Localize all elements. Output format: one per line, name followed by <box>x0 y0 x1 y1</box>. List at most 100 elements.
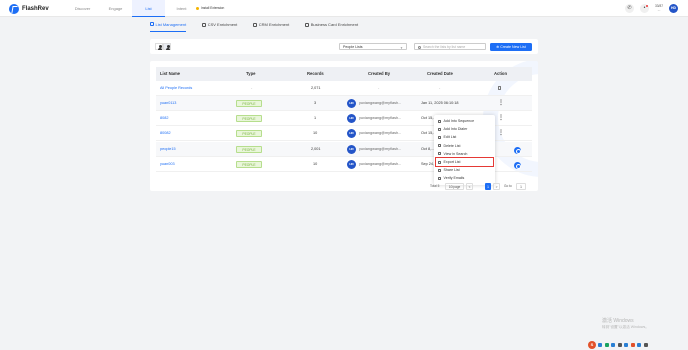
type-badge: PEOPLE <box>236 100 262 107</box>
tray-icon[interactable] <box>637 342 641 347</box>
page-size-select[interactable]: 10/page <box>445 183 464 190</box>
search-icon <box>438 152 441 156</box>
tray-icon[interactable] <box>617 342 622 347</box>
watermark-subtitle: 转到"设置"以激活 Windows。 <box>602 325 649 329</box>
people-toggle-button[interactable] <box>155 43 163 50</box>
type-cell: - <box>251 86 253 90</box>
credits-sub: ... <box>657 7 661 12</box>
company-toggle-button[interactable] <box>163 43 171 50</box>
more-actions-icon[interactable]: ⋮ <box>498 126 504 141</box>
ime-icon[interactable]: S <box>588 340 596 349</box>
install-extension-label: Install Extension <box>201 6 225 10</box>
list-type-select-value: People Lists <box>343 45 363 49</box>
app-logo[interactable]: FlashRev <box>9 3 49 14</box>
top-right-controls: ✆ • 33/87 ... HD <box>619 4 678 13</box>
records-cell: 10 <box>313 162 318 166</box>
created-by-cell: yuxiangwang@myflash... <box>359 116 402 120</box>
list-name-link[interactable]: people15 <box>160 142 176 157</box>
credits-indicator[interactable]: 33/87 ... <box>655 4 663 12</box>
floating-action-icon[interactable] <box>514 162 521 169</box>
list-name-link[interactable]: yuan0113 <box>160 96 176 111</box>
pagination-total: Total 5 <box>430 184 440 188</box>
tab-crm-enrichment[interactable]: CRM Enrichment <box>253 17 289 32</box>
floating-action-icon[interactable] <box>514 147 521 154</box>
page-number-current[interactable]: 1 <box>485 183 491 190</box>
menu-item-label: Add Into Sequence <box>443 119 475 124</box>
next-page-button[interactable]: > <box>493 183 500 190</box>
install-extension-link[interactable]: Install Extension <box>196 6 224 10</box>
chevron-down-icon: ▼ <box>400 46 403 50</box>
records-cell: 2,071 <box>311 86 321 90</box>
nav-intent[interactable]: Intent <box>165 0 198 17</box>
created-date-cell: Jan 11, 2025 06:10:18 <box>421 101 459 105</box>
more-actions-icon[interactable]: ⋮ <box>498 96 504 111</box>
table-row: yuan0113 PEOPLE 3 HD yuxiangwang@myflash… <box>156 96 532 111</box>
menu-export-list[interactable]: Export List <box>435 157 494 167</box>
share-icon <box>438 168 441 172</box>
menu-share-list[interactable]: Share List <box>434 166 495 174</box>
user-avatar[interactable]: HD <box>669 4 678 13</box>
goto-page-input[interactable]: 1 <box>516 183 526 190</box>
mail-icon <box>438 176 441 180</box>
nav-engage[interactable]: Engage <box>99 0 132 17</box>
type-badge: PEOPLE <box>236 130 262 137</box>
creator-avatar: HD <box>347 99 356 108</box>
created-date-cell: Oct 8,... <box>421 147 435 151</box>
people-icon <box>166 45 170 50</box>
tray-icon[interactable] <box>643 342 648 347</box>
create-new-list-label: Create New List <box>500 45 526 49</box>
col-type: Type <box>246 71 256 76</box>
tray-icon[interactable] <box>611 342 615 347</box>
nav-discover[interactable]: Discover <box>66 0 99 17</box>
dialer-icon <box>438 127 441 131</box>
creator-avatar: HD <box>347 145 356 154</box>
menu-delete-list[interactable]: Delete List <box>434 142 495 150</box>
list-name-link[interactable]: All People Records <box>160 81 192 96</box>
tray-icon[interactable] <box>624 342 628 347</box>
nav-list[interactable]: List <box>132 0 165 17</box>
list-name-link[interactable]: 80082 <box>160 126 171 141</box>
trash-icon <box>438 144 441 148</box>
col-records: Records <box>307 71 324 76</box>
tray-icon[interactable] <box>598 342 602 347</box>
menu-add-into-dialer[interactable]: Add Into Dialer <box>434 125 495 133</box>
menu-edit-list[interactable]: Edit List <box>434 133 495 141</box>
menu-item-label: View in Search <box>443 151 468 156</box>
created-date-cell: - <box>439 86 441 90</box>
edit-icon <box>438 135 441 139</box>
prev-page-button[interactable]: < <box>466 183 473 190</box>
menu-item-label: Share List <box>443 168 460 173</box>
row-actions-menu: Add Into Sequence Add Into Dialer Edit L… <box>434 115 495 185</box>
create-new-list-button[interactable]: ⊕ Create New List <box>490 43 532 51</box>
export-icon[interactable] <box>498 86 501 90</box>
tab-business-card-enrichment[interactable]: Business Card Enrichment <box>305 17 358 32</box>
list-type-select[interactable]: People Lists ▼ <box>339 43 407 50</box>
tab-csv-enrichment[interactable]: CSV Enrichment <box>202 17 237 32</box>
tray-icon[interactable] <box>604 342 609 347</box>
menu-item-label: Add Into Dialer <box>443 127 468 132</box>
created-by-cell: yuxiangwang@myflash... <box>359 162 402 166</box>
list-search-input[interactable]: Search the lists by list name <box>414 43 486 50</box>
tray-icon[interactable] <box>630 342 635 347</box>
menu-add-into-sequence[interactable]: Add Into Sequence <box>434 117 495 125</box>
tab-label: CSV Enrichment <box>207 22 238 27</box>
main-nav: Discover Engage List Intent <box>66 0 198 17</box>
tab-list-management[interactable]: List Management <box>150 17 187 32</box>
list-name-link[interactable]: 8082 <box>160 111 168 126</box>
phone-icon[interactable]: ✆ <box>625 4 635 13</box>
search-placeholder: Search the lists by list name <box>423 45 466 49</box>
menu-verify-emails[interactable]: Verify Emails <box>434 174 495 182</box>
crm-icon <box>253 22 258 27</box>
created-by-cell: yuxiangwang@myflash... <box>359 131 402 135</box>
tab-label: CRM Enrichment <box>258 22 290 27</box>
creator-avatar: HD <box>347 160 356 169</box>
more-actions-icon[interactable]: ⋮ <box>498 111 504 126</box>
list-name-link[interactable]: yuan003 <box>160 157 175 172</box>
windows-activation-watermark: 激活 Windows 转到"设置"以激活 Windows。 <box>602 318 649 330</box>
menu-view-in-search[interactable]: View in Search <box>434 150 495 158</box>
csv-icon <box>202 22 207 27</box>
tab-label: Business Card Enrichment <box>310 22 359 27</box>
top-bar: FlashRev Discover Engage List Intent Ins… <box>0 0 688 17</box>
list-icon <box>150 22 154 26</box>
bell-icon[interactable]: • <box>640 4 650 13</box>
